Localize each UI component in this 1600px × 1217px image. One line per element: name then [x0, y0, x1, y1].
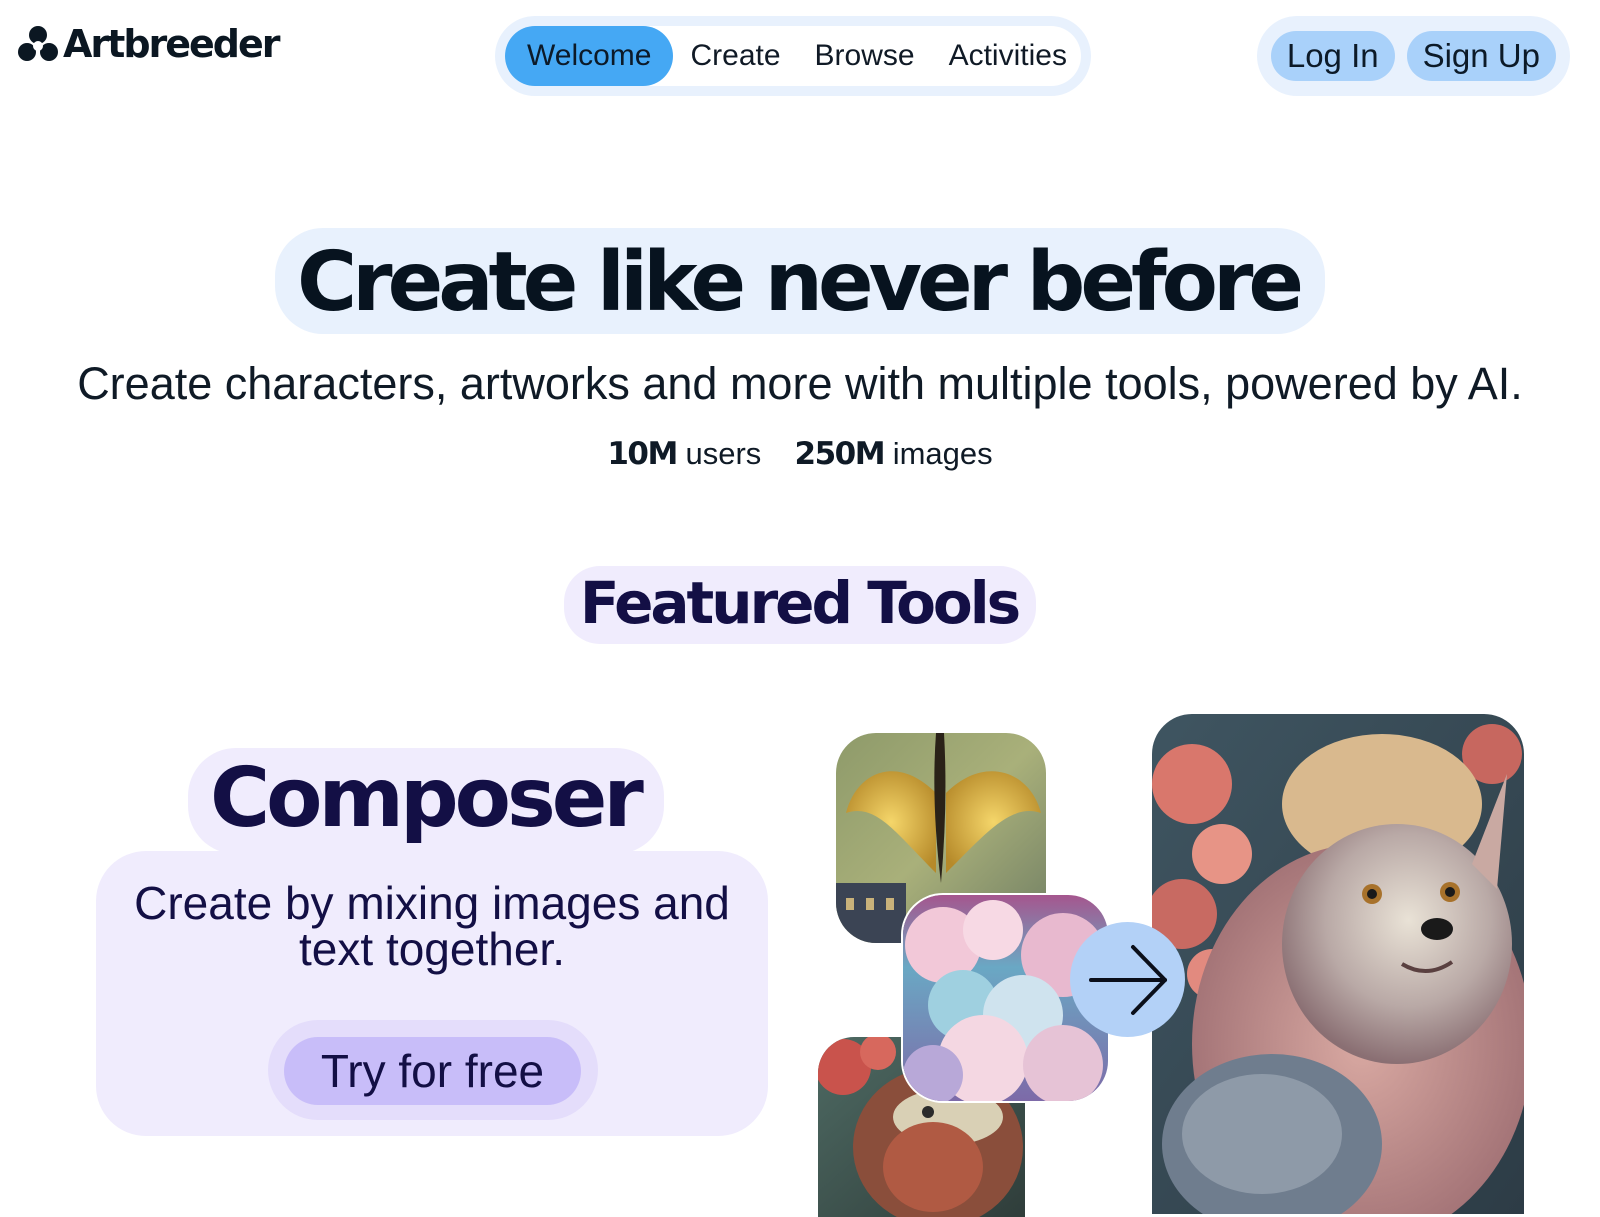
nav-create[interactable]: Create — [673, 26, 797, 86]
try-for-free-button[interactable]: Try for free — [284, 1037, 581, 1105]
hero-subtitle: Create characters, artworks and more wit… — [77, 358, 1523, 409]
signup-button[interactable]: Sign Up — [1406, 31, 1556, 81]
composer-description: Create by mixing images and text togethe… — [96, 880, 768, 972]
logo-text: Artbreeder — [63, 22, 281, 66]
arrow-right-button[interactable] — [1070, 922, 1185, 1037]
images-label: images — [892, 436, 993, 471]
images-count: 250M — [794, 436, 886, 472]
artbreeder-logo[interactable]: Artbreeder — [16, 22, 281, 66]
users-label: users — [685, 436, 762, 471]
composer-description-line1: Create by mixing images and — [134, 877, 730, 929]
arrow-right-icon — [1088, 944, 1167, 1015]
nav-browse[interactable]: Browse — [798, 26, 932, 86]
stats-row: 10M users 250M images — [0, 436, 1600, 472]
fluffy-dog-artwork — [1152, 714, 1524, 1214]
featured-tools-heading: Featured Tools — [563, 566, 1037, 644]
users-count: 10M — [607, 436, 678, 472]
nav-activities[interactable]: Activities — [932, 26, 1084, 86]
auth-group: Log In Sign Up — [1256, 16, 1570, 96]
nav-welcome[interactable]: Welcome — [505, 26, 674, 86]
main-nav: Welcome Create Browse Activities — [495, 16, 1091, 96]
trefoil-logo-icon — [18, 26, 58, 61]
composer-description-line2: text together. — [299, 923, 565, 975]
composer-title: Composer — [188, 748, 664, 855]
hero-title: Create like never before — [274, 228, 1326, 335]
login-button[interactable]: Log In — [1270, 31, 1395, 81]
